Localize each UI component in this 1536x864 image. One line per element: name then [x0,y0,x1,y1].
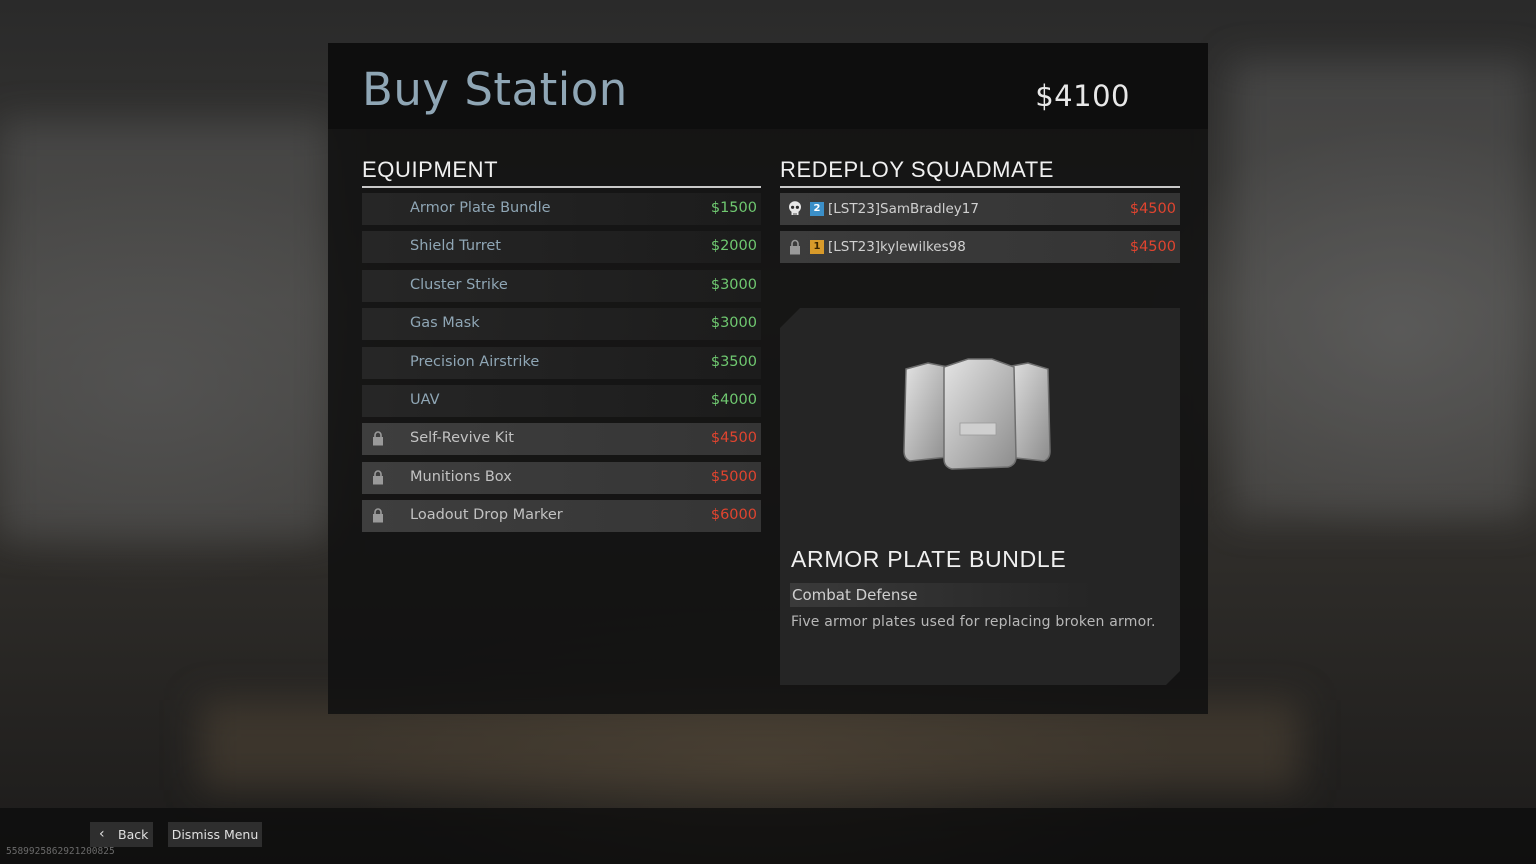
squadmate-row-sambradley17[interactable]: 2 [LST23]SamBradley17 $4500 [780,193,1180,225]
equipment-item-uav[interactable]: UAV $4000 [362,384,761,417]
equipment-item-gas-mask[interactable]: Gas Mask $3000 [362,308,761,341]
redeploy-price: $4500 [1129,239,1176,256]
squad-slot-badge: 2 [810,202,824,216]
buy-station-panel: Buy Station $4100 EQUIPMENT Armor Plate … [328,43,1208,714]
back-button[interactable]: ‹ Back [90,822,153,847]
item-name: Precision Airstrike [410,353,540,370]
equipment-item-cluster-strike[interactable]: Cluster Strike $3000 [362,269,761,302]
item-price: $3000 [710,276,757,293]
back-label: Back [118,827,149,842]
item-price: $3500 [710,353,757,370]
item-detail-card: ARMOR PLATE BUNDLE Combat Defense Five a… [780,308,1180,685]
chevron-left-icon: ‹ [99,826,105,842]
equipment-item-armor-plate-bundle[interactable]: Armor Plate Bundle $1500 [362,193,761,225]
item-name: UAV [410,391,440,408]
skull-icon [789,201,801,215]
item-price: $4000 [710,391,757,408]
redeploy-price: $4500 [1129,201,1176,217]
item-name: Shield Turret [410,238,501,255]
lock-icon [373,431,383,446]
dismiss-menu-button[interactable]: Dismiss Menu [168,822,262,847]
squadmate-list: 2 [LST23]SamBradley17 $4500 1 [LST23]kyl… [780,193,1180,270]
equipment-item-loadout-drop-marker[interactable]: Loadout Drop Marker $6000 [362,500,761,533]
item-price: $1500 [710,200,757,216]
equipment-item-self-revive-kit[interactable]: Self-Revive Kit $4500 [362,423,761,456]
item-price: $5000 [710,468,757,485]
armor-plates-icon [898,353,1058,473]
item-price: $4500 [710,430,757,447]
page-title: Buy Station [362,63,628,116]
squad-slot-badge: 1 [810,240,824,255]
item-price: $2000 [710,238,757,255]
detail-category: Combat Defense [790,583,1092,607]
item-name: Cluster Strike [410,276,508,293]
cash-balance: $4100 [1035,79,1130,113]
panel-header: Buy Station $4100 [328,43,1208,129]
background-wall-right [1230,60,1530,520]
redeploy-heading: REDEPLOY SQUADMATE [780,157,1180,188]
lock-icon [790,240,800,255]
lock-icon [373,470,383,485]
equipment-item-shield-turret[interactable]: Shield Turret $2000 [362,231,761,264]
item-price: $6000 [710,507,757,524]
item-name: Loadout Drop Marker [410,507,563,524]
item-name: Self-Revive Kit [410,430,514,447]
squadmate-name: [LST23]SamBradley17 [828,201,979,217]
item-price: $3000 [710,315,757,332]
equipment-heading: EQUIPMENT [362,157,761,188]
equipment-item-munitions-box[interactable]: Munitions Box $5000 [362,461,761,494]
squadmate-row-kylewilkes98[interactable]: 1 [LST23]kylewilkes98 $4500 [780,231,1180,264]
detail-title: ARMOR PLATE BUNDLE [791,546,1067,572]
squadmate-name: [LST23]kylewilkes98 [828,239,966,256]
item-name: Gas Mask [410,315,480,332]
item-name: Armor Plate Bundle [410,200,551,216]
detail-description: Five armor plates used for replacing bro… [791,614,1156,630]
item-name: Munitions Box [410,468,512,485]
equipment-item-precision-airstrike[interactable]: Precision Airstrike $3500 [362,346,761,379]
lock-icon [373,508,383,523]
background-wall-left [0,120,330,540]
build-id: 5589925862921200825 [6,846,115,857]
equipment-list: Armor Plate Bundle $1500 Shield Turret $… [362,193,761,539]
